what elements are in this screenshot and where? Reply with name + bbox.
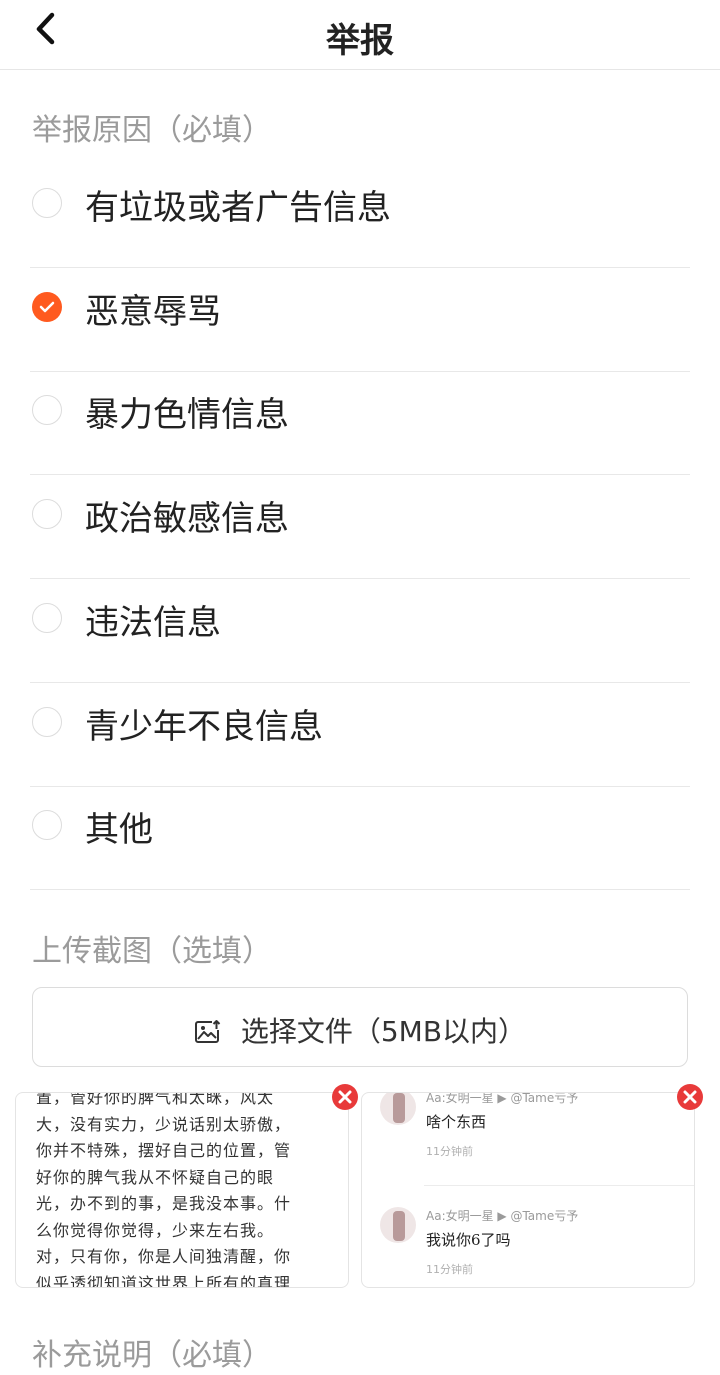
screenshot-text-line: 你并不特殊，摆好自己的位置，管 (36, 1141, 292, 1160)
remove-screenshot-button[interactable] (332, 1084, 358, 1110)
page-title: 举报 (326, 21, 394, 61)
avatar (380, 1207, 416, 1243)
remove-screenshot-button[interactable] (677, 1084, 703, 1110)
chat-time: 11分钟前 (426, 1145, 473, 1158)
reason-option-label: 青少年不良信息 (85, 707, 323, 747)
reason-option-political[interactable]: 政治敏感信息 (30, 475, 690, 579)
screenshot-thumbnail[interactable]: Aa:女明一星 ▶ @Tame亏予 啥个东西 11分钟前 Aa:女明一星 ▶ @… (361, 1092, 695, 1288)
chat-message: Aa:女明一星 ▶ @Tame亏予 啥个东西 11分钟前 (380, 1092, 680, 1179)
choose-file-button[interactable]: 选择文件（5MB以内） (32, 987, 688, 1067)
note-section-label: 补充说明（必填） (32, 1338, 272, 1373)
reason-option-other[interactable]: 其他 (30, 786, 690, 890)
reason-option-label: 违法信息 (85, 603, 221, 643)
reason-option-spam[interactable]: 有垃圾或者广告信息 (30, 164, 690, 268)
reason-option-violence[interactable]: 暴力色情信息 (30, 371, 690, 475)
chat-text: 我说你6了吗 (426, 1231, 511, 1249)
reason-option-minors[interactable]: 青少年不良信息 (30, 683, 690, 787)
close-icon (338, 1090, 352, 1104)
close-icon (683, 1090, 697, 1104)
image-upload-icon (194, 1020, 221, 1043)
chat-sender: Aa:女明一星 ▶ @Tame亏予 (426, 1092, 579, 1105)
screenshot-text-line: 光，办不到的事，是我没本事。什 (36, 1194, 292, 1213)
avatar (380, 1093, 416, 1125)
reason-option-label: 其他 (85, 810, 153, 850)
screenshot-text-line: 对，只有你，你是人间独清醒，你 (36, 1247, 292, 1266)
reason-section-label: 举报原因（必填） (32, 113, 272, 148)
choose-file-label: 选择文件（5MB以内） (240, 1015, 527, 1048)
header-bar: 举报 (0, 0, 720, 70)
radio-unchecked-icon[interactable] (32, 810, 62, 840)
screenshot-text: 置，管好你的脾气和太眯，风太 大，没有实力，少说话别太骄傲， 你并不特殊，摆好自… (36, 1092, 341, 1288)
radio-unchecked-icon[interactable] (32, 395, 62, 425)
screenshot-text-line: 么你觉得你觉得，少来左右我。 (36, 1220, 275, 1240)
reason-option-label: 暴力色情信息 (85, 395, 289, 435)
reason-option-abuse[interactable]: 恶意辱骂 (30, 268, 690, 372)
chat-time: 11分钟前 (426, 1263, 473, 1276)
radio-unchecked-icon[interactable] (32, 707, 62, 737)
choose-file-content: 选择文件（5MB以内） (33, 1010, 687, 1050)
screenshot-text-line: 大，没有实力，少说话别太骄傲， (36, 1114, 292, 1134)
radio-unchecked-icon[interactable] (32, 188, 62, 218)
divider (424, 1185, 694, 1186)
chat-message: Aa:女明一星 ▶ @Tame亏予 我说你6了吗 11分钟前 (380, 1207, 680, 1287)
screenshot-thumbnail[interactable]: 置，管好你的脾气和太眯，风太 大，没有实力，少说话别太骄傲， 你并不特殊，摆好自… (15, 1092, 349, 1288)
checkmark-icon (39, 301, 55, 313)
radio-unchecked-icon[interactable] (32, 603, 62, 633)
reason-option-illegal[interactable]: 违法信息 (30, 579, 690, 683)
upload-section-label: 上传截图（选填） (32, 934, 272, 969)
reason-option-label: 恶意辱骂 (85, 292, 221, 332)
reason-option-label: 政治敏感信息 (85, 499, 289, 539)
screenshot-text-line: 好你的脾气我从不怀疑自己的眼 (36, 1167, 275, 1187)
radio-unchecked-icon[interactable] (32, 499, 62, 529)
chat-sender: Aa:女明一星 ▶ @Tame亏予 (426, 1209, 579, 1223)
screenshot-text-line: 置，管好你的脾气和太眯，风太 (36, 1092, 275, 1107)
chat-text: 啥个东西 (426, 1113, 487, 1131)
radio-checked-icon[interactable] (32, 292, 62, 322)
reason-option-label: 有垃圾或者广告信息 (85, 188, 391, 228)
screenshot-text-line: 似乎透彻知道这世界上所有的真理 (36, 1273, 292, 1288)
